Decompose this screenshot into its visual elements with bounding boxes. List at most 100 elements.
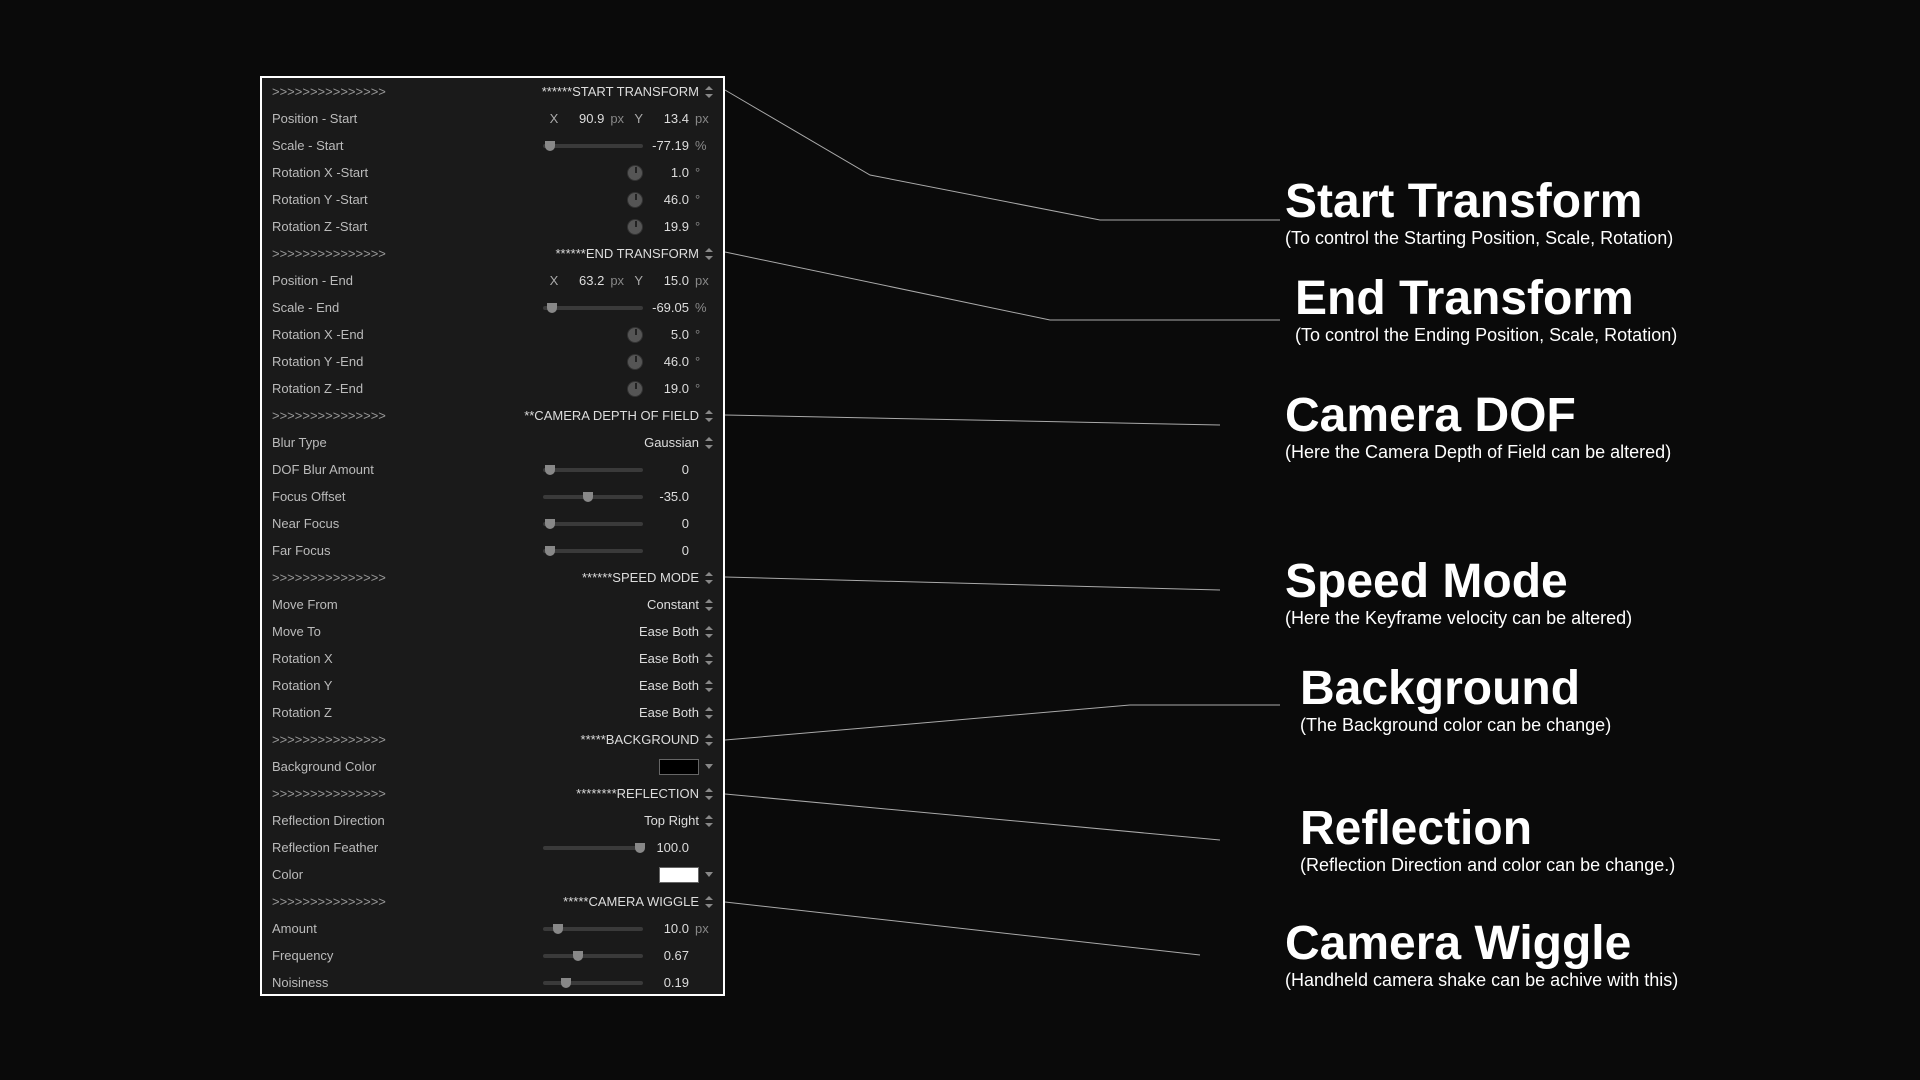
callout-subtitle: (Here the Camera Depth of Field can be a… [1285,442,1671,463]
unit-px: px [695,111,713,126]
axis-y-label: Y [634,273,643,288]
param-label: Rotation Y -End [272,354,457,369]
param-label: Scale - Start [272,138,457,153]
speed-roty-value[interactable]: Ease Both [639,678,699,693]
updown-icon[interactable] [705,734,713,746]
callout-title: Speed Mode [1285,558,1632,606]
row-reflection-feather: Reflection Feather 100.0 [262,834,723,861]
param-label: Focus Offset [272,489,457,504]
rotation-dial[interactable] [627,327,643,343]
unit-deg: ° [695,165,713,180]
updown-icon[interactable] [705,410,713,422]
pos-x-value[interactable]: 63.2 [564,273,604,288]
row-rotx-end: Rotation X -End 5.0° [262,321,723,348]
feather-slider[interactable] [543,846,643,850]
speed-rotz-value[interactable]: Ease Both [639,705,699,720]
rot-value[interactable]: 46.0 [649,192,689,207]
rotation-dial[interactable] [627,165,643,181]
scale-value[interactable]: -69.05 [649,300,689,315]
callout-background: Background (The Background color can be … [1300,665,1611,736]
updown-icon[interactable] [705,653,713,665]
row-speed-roty: Rotation Y Ease Both [262,672,723,699]
updown-icon[interactable] [705,437,713,449]
noisiness-value[interactable]: 0.19 [649,975,689,990]
color-swatch[interactable] [659,867,699,883]
updown-icon[interactable] [705,707,713,719]
noisiness-slider[interactable] [543,981,643,985]
updown-icon[interactable] [705,815,713,827]
move-to-value[interactable]: Ease Both [639,624,699,639]
blur-slider[interactable] [543,468,643,472]
row-rotz-end: Rotation Z -End 19.0° [262,375,723,402]
callout-title: End Transform [1295,275,1677,323]
row-scale-start: Scale - Start -77.19 % [262,132,723,159]
chevron-down-icon[interactable] [705,764,713,769]
color-swatch[interactable] [659,759,699,775]
pos-x-value[interactable]: 90.9 [564,111,604,126]
pos-y-value[interactable]: 13.4 [649,111,689,126]
unit-px: px [610,111,628,126]
section-title: ******END TRANSFORM [555,246,699,261]
updown-icon[interactable] [705,626,713,638]
scale-value[interactable]: -77.19 [649,138,689,153]
speed-rotx-value[interactable]: Ease Both [639,651,699,666]
updown-icon[interactable] [705,86,713,98]
move-from-value[interactable]: Constant [647,597,699,612]
rot-value[interactable]: 1.0 [649,165,689,180]
frequency-value[interactable]: 0.67 [649,948,689,963]
unit-pct: % [695,300,713,315]
row-far-focus: Far Focus 0 [262,537,723,564]
callout-dof: Camera DOF (Here the Camera Depth of Fie… [1285,392,1671,463]
section-prefix: >>>>>>>>>>>>>>> [272,894,386,909]
section-title: ******SPEED MODE [582,570,699,585]
row-wiggle-frequency: Frequency 0.67 [262,942,723,969]
updown-icon[interactable] [705,248,713,260]
rotation-dial[interactable] [627,192,643,208]
rot-value[interactable]: 19.9 [649,219,689,234]
rot-value[interactable]: 5.0 [649,327,689,342]
pos-y-value[interactable]: 15.0 [649,273,689,288]
updown-icon[interactable] [705,599,713,611]
unit-deg: ° [695,354,713,369]
unit-deg: ° [695,192,713,207]
frequency-slider[interactable] [543,954,643,958]
section-title: ******START TRANSFORM [542,84,699,99]
rotation-dial[interactable] [627,381,643,397]
section-title: *****CAMERA WIGGLE [563,894,699,909]
amount-value[interactable]: 10.0 [649,921,689,936]
scale-slider[interactable] [543,144,643,148]
scale-slider[interactable] [543,306,643,310]
param-label: Rotation Y -Start [272,192,457,207]
amount-slider[interactable] [543,927,643,931]
focus-value[interactable]: -35.0 [649,489,689,504]
rot-value[interactable]: 46.0 [649,354,689,369]
near-value[interactable]: 0 [649,516,689,531]
updown-icon[interactable] [705,788,713,800]
callout-subtitle: (The Background color can be change) [1300,715,1611,736]
callout-subtitle: (Reflection Direction and color can be c… [1300,855,1675,876]
callout-title: Camera DOF [1285,392,1671,440]
unit-deg: ° [695,219,713,234]
param-label: Amount [272,921,457,936]
chevron-down-icon[interactable] [705,872,713,877]
focus-slider[interactable] [543,495,643,499]
row-reflection-direction: Reflection Direction Top Right [262,807,723,834]
far-slider[interactable] [543,549,643,553]
far-value[interactable]: 0 [649,543,689,558]
updown-icon[interactable] [705,680,713,692]
rot-value[interactable]: 19.0 [649,381,689,396]
reflection-dir-value[interactable]: Top Right [644,813,699,828]
row-move-to: Move To Ease Both [262,618,723,645]
feather-value[interactable]: 100.0 [649,840,689,855]
updown-icon[interactable] [705,572,713,584]
blur-type-value[interactable]: Gaussian [644,435,699,450]
rotation-dial[interactable] [627,219,643,235]
updown-icon[interactable] [705,896,713,908]
section-header-end-transform: >>>>>>>>>>>>>>> ******END TRANSFORM [262,240,723,267]
row-scale-end: Scale - End -69.05 % [262,294,723,321]
row-blur-amount: DOF Blur Amount 0 [262,456,723,483]
rotation-dial[interactable] [627,354,643,370]
callout-title: Reflection [1300,805,1675,853]
blur-value[interactable]: 0 [649,462,689,477]
near-slider[interactable] [543,522,643,526]
